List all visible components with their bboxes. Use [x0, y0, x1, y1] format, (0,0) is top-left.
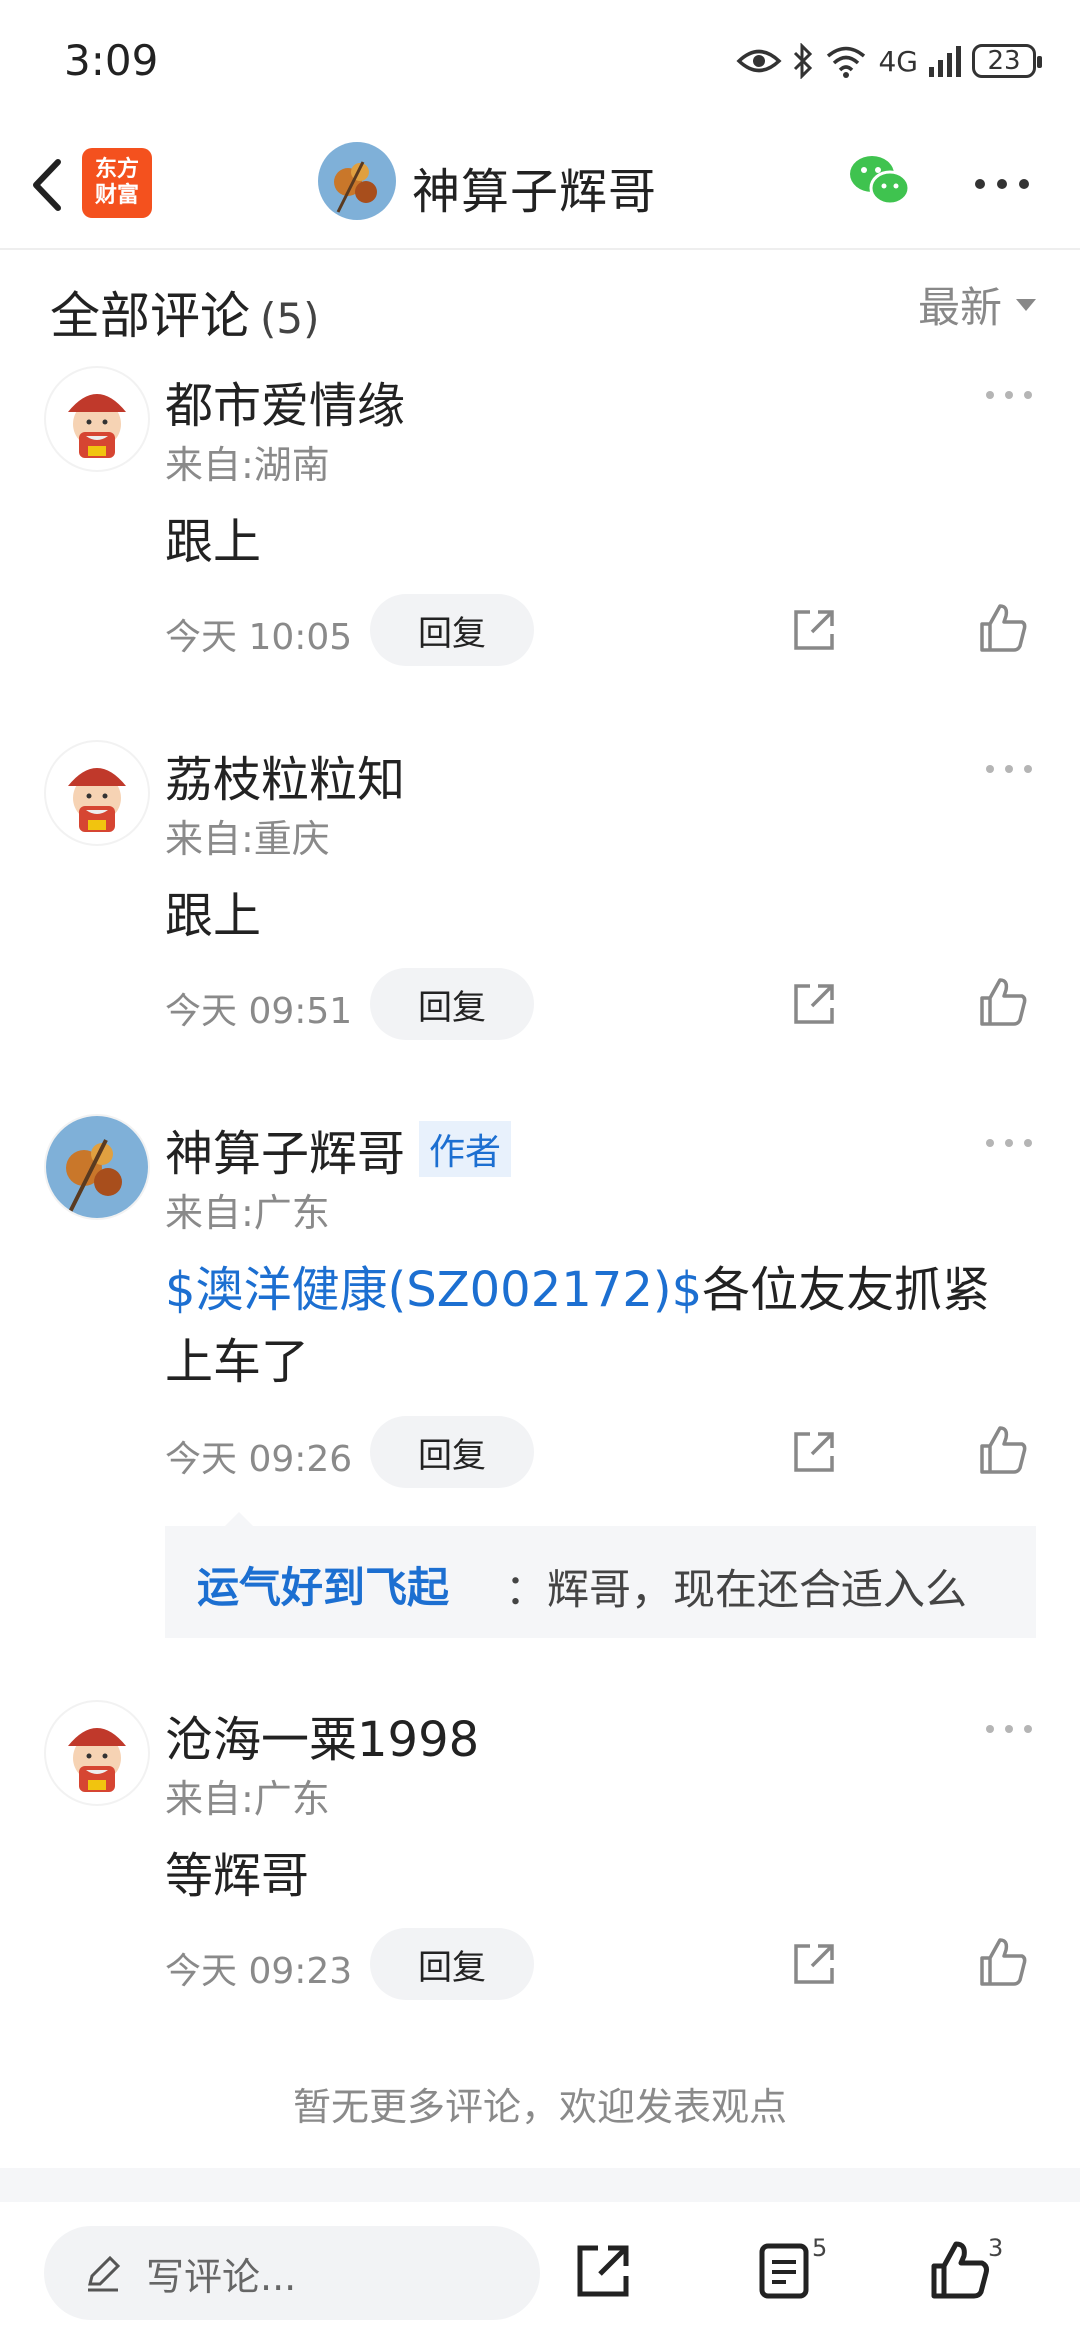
- status-icons: 4G 23: [736, 36, 1042, 86]
- sort-label: 最新: [917, 283, 1002, 332]
- bluetooth-icon: [794, 43, 813, 79]
- reply-button[interactable]: 回复: [370, 968, 534, 1040]
- comment-username[interactable]: 荔枝粒粒知: [165, 740, 405, 810]
- comment-time: 今天 10:05: [165, 617, 353, 658]
- no-more-comments-note: 暂无更多评论，欢迎发表观点: [292, 2085, 787, 2129]
- status-time: 3:09: [64, 36, 159, 85]
- user-avatar[interactable]: [44, 1700, 150, 1806]
- comment-username-text: 神算子辉哥: [165, 1126, 406, 1182]
- comment-count-badge: 5: [812, 2234, 828, 2262]
- like-icon[interactable]: [930, 2240, 992, 2302]
- sub-reply[interactable]: 运气好到飞起 ：辉哥，现在还合适入么: [165, 1512, 1036, 1638]
- comment-time: 今天 09:51: [165, 991, 353, 1032]
- user-avatar[interactable]: [44, 740, 150, 846]
- signal-icon: [929, 46, 961, 77]
- comments-count: (5): [260, 294, 320, 343]
- status-bar: 3:09 4G 23: [0, 0, 1080, 120]
- comment-username[interactable]: 都市爱情缘: [165, 366, 405, 436]
- like-icon[interactable]: [978, 976, 1030, 1028]
- author-badge: 作者: [419, 1121, 512, 1177]
- user-avatar[interactable]: [44, 366, 150, 472]
- share-icon[interactable]: [790, 1940, 838, 1988]
- like-count-badge: 3: [988, 2234, 1004, 2262]
- reply-button[interactable]: 回复: [370, 1416, 534, 1488]
- comment-text: $澳洋健康(SZ002172)$各位友友抓紧上车了: [165, 1254, 1025, 1398]
- app-logo[interactable]: 东方 财富: [82, 148, 152, 218]
- back-arrow-icon[interactable]: [22, 150, 72, 220]
- reply-button[interactable]: 回复: [370, 1928, 534, 2000]
- share-icon[interactable]: [790, 606, 838, 654]
- comment-more-icon[interactable]: [984, 1136, 1034, 1150]
- comment-location: 来自:广东: [165, 1777, 330, 1821]
- network-type: 4G: [878, 44, 918, 78]
- app-logo-line2: 财富: [94, 183, 139, 208]
- top-nav-bar: 东方 财富 神算子辉哥: [0, 130, 1080, 250]
- battery-indicator: 23: [972, 44, 1042, 78]
- bottom-divider: [0, 2168, 1080, 2202]
- comment-username[interactable]: 沧海一粟1998: [165, 1700, 479, 1770]
- comment-input[interactable]: 写评论...: [44, 2226, 540, 2320]
- comments-section-title: 全部评论 (5): [50, 276, 320, 348]
- eye-icon: [736, 49, 783, 73]
- author-avatar[interactable]: [318, 142, 396, 220]
- sort-dropdown[interactable]: 最新: [918, 274, 1036, 335]
- like-icon[interactable]: [978, 1936, 1030, 1988]
- like-icon[interactable]: [978, 602, 1030, 654]
- comment-more-icon[interactable]: [984, 762, 1034, 776]
- comments-title-label: 全部评论: [50, 287, 250, 345]
- comment-time: 今天 09:23: [165, 1951, 353, 1992]
- sub-reply-username[interactable]: 运气好到飞起: [197, 1554, 449, 1615]
- wechat-share-icon[interactable]: [848, 152, 912, 212]
- share-icon[interactable]: [790, 980, 838, 1028]
- author-avatar[interactable]: [44, 1114, 150, 1220]
- comment-text: 等辉哥: [165, 1848, 310, 1904]
- comment-input-placeholder: 写评论...: [146, 2254, 297, 2299]
- comment-more-icon[interactable]: [984, 1722, 1034, 1736]
- comment-time: 今天 09:26: [165, 1439, 353, 1480]
- comments-list-icon[interactable]: [754, 2240, 816, 2302]
- comment-location: 来自:重庆: [165, 817, 330, 861]
- comment-text: 跟上: [165, 514, 262, 570]
- stock-link[interactable]: $澳洋健康(SZ002172)$: [165, 1262, 702, 1318]
- comment-more-icon[interactable]: [984, 388, 1034, 402]
- wifi-icon: [827, 46, 866, 78]
- comment-location: 来自:湖南: [165, 443, 330, 487]
- pencil-icon: [88, 2255, 121, 2292]
- reply-button[interactable]: 回复: [370, 594, 534, 666]
- page-title: 神算子辉哥: [412, 164, 658, 220]
- share-icon[interactable]: [790, 1428, 838, 1476]
- sub-reply-text: ：辉哥，现在还合适入么: [505, 1565, 968, 1614]
- comment-username[interactable]: 神算子辉哥 作者: [165, 1114, 512, 1184]
- like-icon[interactable]: [978, 1424, 1030, 1476]
- app-logo-line1: 东方: [94, 157, 139, 182]
- more-options-icon[interactable]: [972, 174, 1032, 194]
- share-icon[interactable]: [572, 2240, 634, 2302]
- bottom-action-bar: 写评论... 5 3: [0, 2202, 1080, 2340]
- comment-text: 跟上: [165, 888, 262, 944]
- comment-location: 来自:广东: [165, 1191, 330, 1235]
- caret-down-icon: [1016, 298, 1036, 311]
